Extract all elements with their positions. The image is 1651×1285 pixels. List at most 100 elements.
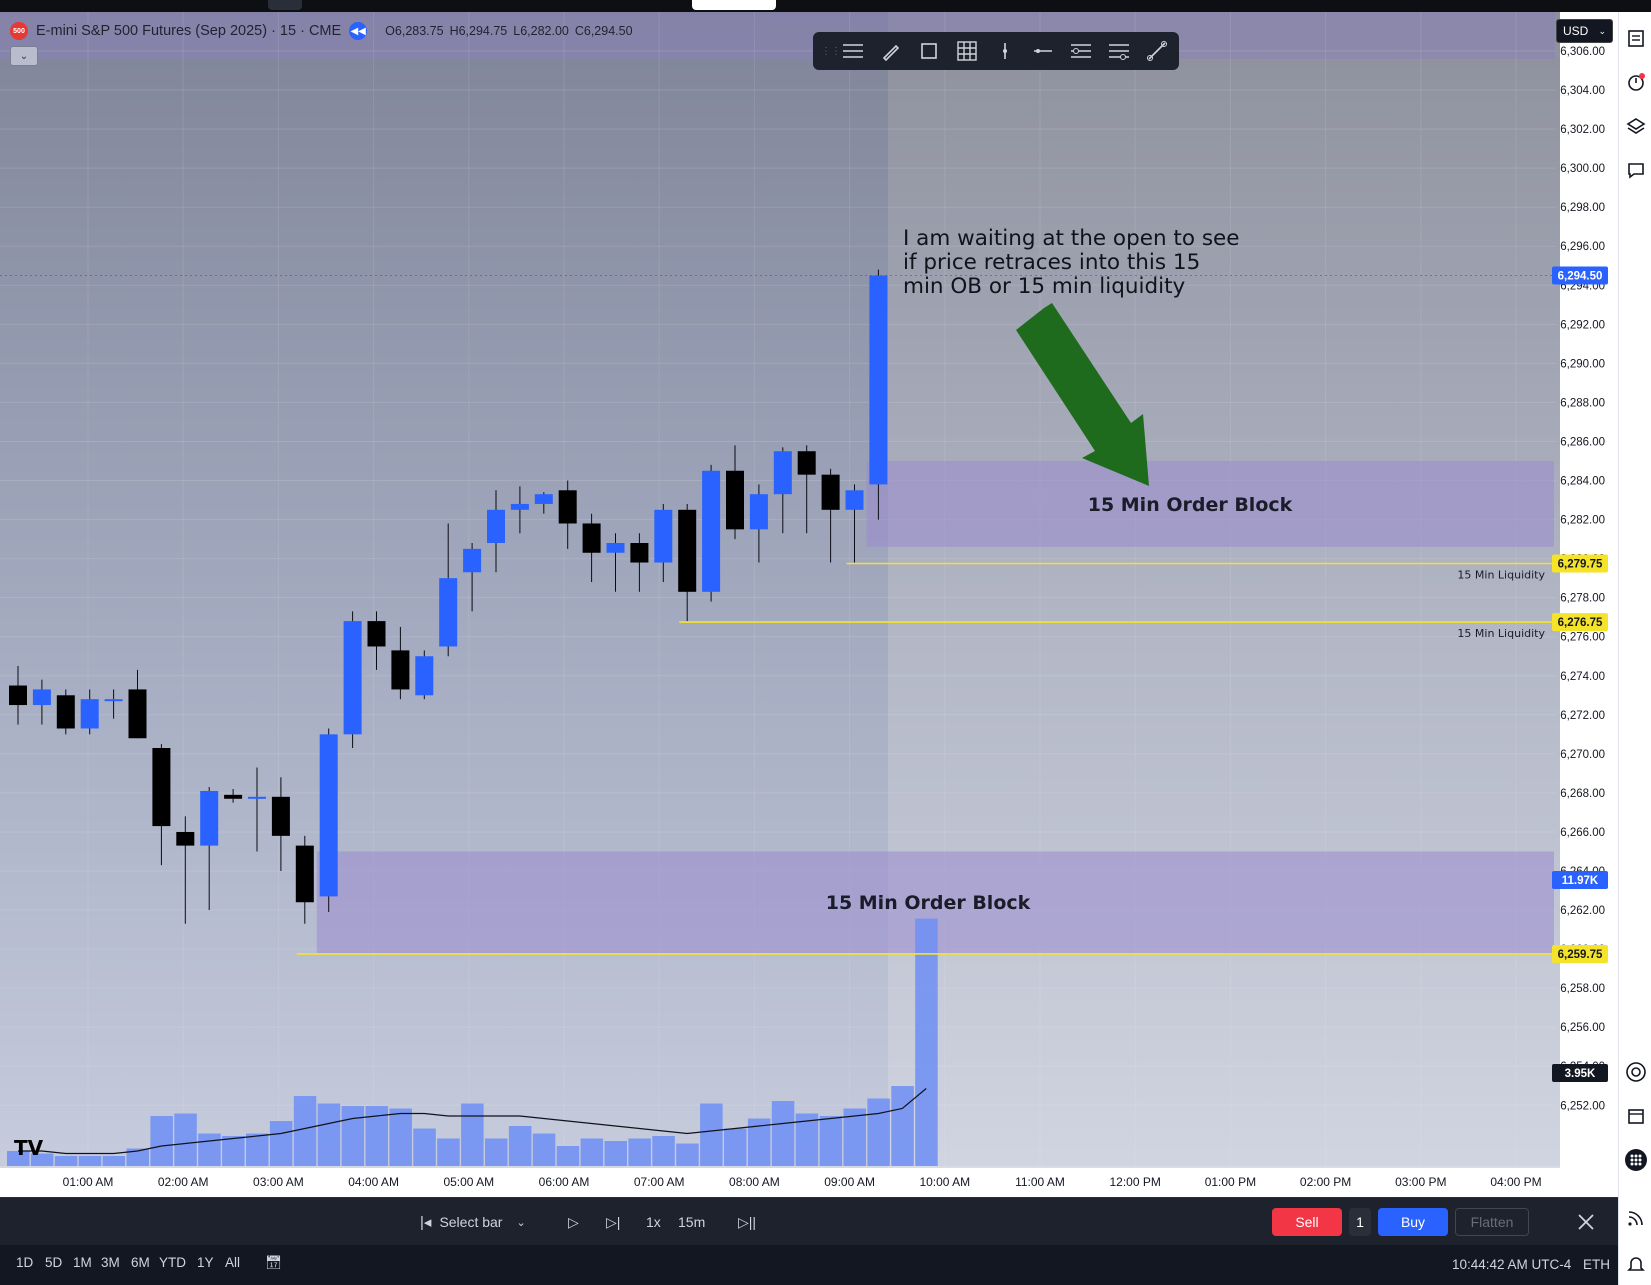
currency-label: USD — [1563, 24, 1589, 38]
annotation-line-1: I am waiting at the open to see — [903, 226, 1240, 251]
notification-icon[interactable] — [1624, 1252, 1648, 1276]
select-bar-label: Select bar — [439, 1214, 503, 1230]
range-6m[interactable]: 6M — [131, 1255, 150, 1270]
alarm-icon[interactable] — [1624, 70, 1648, 94]
price-tick-label: 6,262.00 — [1560, 905, 1605, 917]
vertical-line-icon[interactable] — [991, 37, 1019, 65]
interval-button[interactable]: 15m — [678, 1208, 705, 1236]
candle-up — [248, 796, 266, 799]
volume-bar — [891, 1086, 914, 1166]
annotation-line-2: if price retraces into this 15 — [903, 250, 1200, 275]
drag-handle-icon[interactable]: ⋮⋮ — [821, 41, 841, 61]
step-forward-icon: ▷| — [606, 1213, 621, 1230]
currency-selector[interactable]: USD ⌄ — [1556, 19, 1613, 43]
time-tick-label: 04:00 AM — [348, 1175, 399, 1189]
range-1m[interactable]: 1M — [73, 1255, 92, 1270]
range-5d[interactable]: 5D — [45, 1255, 62, 1270]
time-tick-label: 12:00 PM — [1110, 1175, 1161, 1189]
time-tick-label: 03:00 PM — [1395, 1175, 1446, 1189]
candle-up — [510, 503, 529, 510]
volume-bar — [413, 1128, 436, 1166]
volume-bar — [317, 1103, 341, 1166]
range-3m[interactable]: 3M — [101, 1255, 120, 1270]
right-sidebar — [1618, 12, 1651, 1285]
time-tick-label: 04:00 PM — [1490, 1175, 1541, 1189]
target-icon[interactable] — [1624, 1060, 1648, 1084]
candle-down — [56, 695, 75, 729]
price-tick-label: 6,258.00 — [1560, 983, 1605, 995]
replay-icon[interactable]: ◀◀ — [349, 22, 368, 40]
quantity-field[interactable]: 1 — [1349, 1208, 1371, 1236]
tv-logo-text: TV — [14, 1136, 44, 1160]
candle-down — [224, 794, 243, 799]
grid-icon[interactable] — [953, 37, 981, 65]
liquidity-badge-text: 6,276.75 — [1558, 617, 1603, 629]
ruler-icon[interactable] — [1143, 37, 1171, 65]
close-replay-button[interactable] — [1572, 1208, 1600, 1236]
more-lines-icon[interactable] — [1105, 37, 1133, 65]
candle-down — [367, 621, 386, 647]
liquidity-badge-text: 6,259.75 — [1558, 949, 1603, 961]
candle-down — [678, 509, 697, 592]
step-forward-button[interactable]: ▷| — [606, 1208, 620, 1236]
volume-bar — [580, 1138, 604, 1166]
candle-up — [463, 548, 482, 573]
browser-top-strip — [0, 0, 1651, 12]
candle-up — [319, 734, 338, 897]
time-tick-label: 01:00 AM — [63, 1175, 114, 1189]
chart-canvas[interactable]: 15 Min Order Block 15 Min Order Block 15 … — [0, 12, 1618, 1197]
speed-button[interactable]: 1x — [646, 1208, 661, 1236]
collapse-legend-button[interactable]: ⌄ — [10, 46, 38, 66]
volume-bar — [174, 1113, 197, 1166]
layers-icon[interactable] — [1624, 114, 1648, 138]
rectangle-icon[interactable] — [915, 37, 943, 65]
select-bar-button[interactable]: |◂ Select bar ⌄ — [420, 1208, 526, 1236]
settings-lines-icon[interactable] — [1067, 37, 1095, 65]
watchlist-icon[interactable] — [1624, 26, 1648, 50]
chart-area[interactable]: 15 Min Order Block 15 Min Order Block 15 … — [0, 12, 1618, 1197]
brush-icon[interactable] — [877, 37, 905, 65]
jump-to-realtime-button[interactable]: ▷|| — [738, 1208, 756, 1236]
tv-logo: TV — [14, 1136, 44, 1160]
calendar-icon[interactable] — [1624, 1104, 1648, 1128]
range-1d[interactable]: 1D — [16, 1255, 33, 1270]
drawing-toolbar: ⋮⋮ — [813, 32, 1179, 70]
lines-icon[interactable] — [839, 37, 867, 65]
apps-icon[interactable] — [1624, 1148, 1648, 1172]
time-tick-label: 05:00 AM — [443, 1175, 494, 1189]
time-tick-label: 10:00 AM — [919, 1175, 970, 1189]
horizontal-line-icon[interactable] — [1029, 37, 1057, 65]
volume-ma-badge-text: 3.95K — [1565, 1068, 1596, 1080]
order-block-label: 15 Min Order Block — [826, 892, 1031, 914]
price-tick-label: 6,298.00 — [1560, 202, 1605, 214]
range-all[interactable]: All — [225, 1255, 240, 1270]
price-tick-label: 6,306.00 — [1560, 46, 1605, 58]
time-tick-label: 09:00 AM — [824, 1175, 875, 1189]
chat-icon[interactable] — [1624, 158, 1648, 182]
play-button[interactable]: ▷ — [568, 1208, 579, 1236]
top-tab-active[interactable] — [692, 0, 776, 10]
range-ytd[interactable]: YTD — [159, 1255, 186, 1270]
date-range-icon[interactable]: 📅︎ — [265, 1255, 282, 1271]
volume-bar — [556, 1146, 580, 1166]
session-label[interactable]: ETH — [1583, 1257, 1610, 1272]
volume-bar — [485, 1138, 508, 1166]
top-tab[interactable] — [268, 0, 302, 10]
volume-bar — [102, 1156, 126, 1166]
candle-down — [295, 845, 314, 903]
volume-bar — [269, 1121, 293, 1166]
clock[interactable]: 10:44:42 AM UTC-4 — [1452, 1257, 1571, 1272]
time-tick-label: 02:00 PM — [1300, 1175, 1351, 1189]
broadcast-icon[interactable] — [1624, 1206, 1648, 1230]
volume-bar — [78, 1156, 102, 1166]
price-tick-label: 6,300.00 — [1560, 163, 1605, 175]
ohlc-open: O6,283.75 — [385, 24, 444, 38]
sell-button[interactable]: Sell — [1272, 1208, 1342, 1236]
volume-bar — [604, 1141, 627, 1166]
buy-button[interactable]: Buy — [1378, 1208, 1448, 1236]
volume-bar — [700, 1103, 723, 1166]
range-1y[interactable]: 1Y — [197, 1255, 214, 1270]
candle-up — [845, 490, 864, 510]
symbol-title[interactable]: E-mini S&P 500 Futures (Sep 2025) · 15 ·… — [36, 23, 341, 39]
flatten-button[interactable]: Flatten — [1455, 1208, 1529, 1236]
